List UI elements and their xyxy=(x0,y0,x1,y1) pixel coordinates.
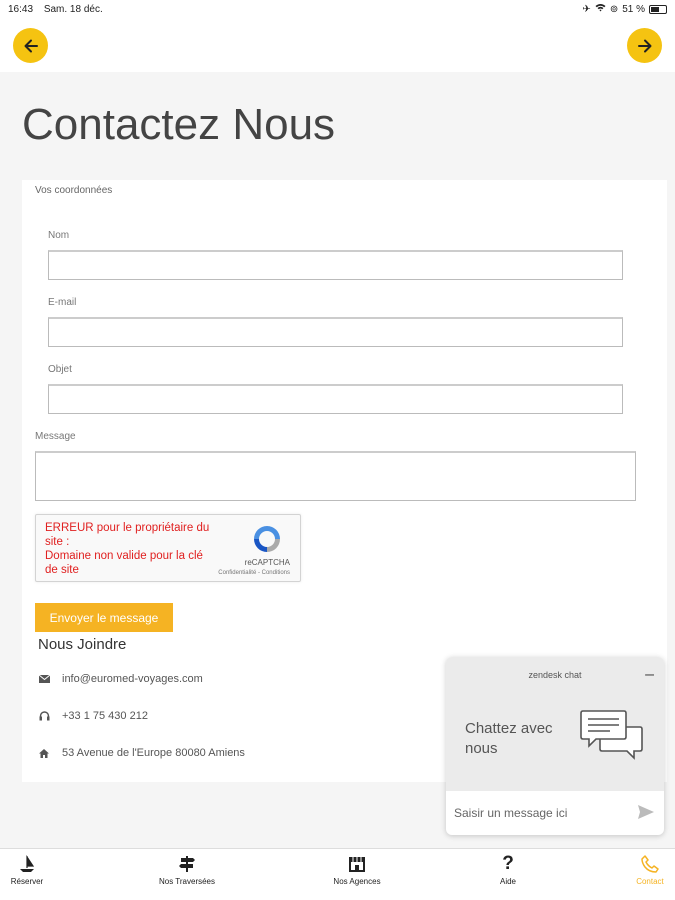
chat-message-input[interactable]: Saisir un message ici xyxy=(446,791,664,835)
tab-nos-traversees[interactable]: Nos Traversées xyxy=(142,855,232,886)
phone-icon xyxy=(641,855,659,873)
chat-header[interactable]: zendesk chat – Chattez avec nous xyxy=(446,657,664,791)
envelope-icon xyxy=(38,675,50,683)
tab-label: Nos Agences xyxy=(333,877,381,886)
tab-label: Contact xyxy=(636,877,664,886)
recaptcha-widget[interactable]: ERREUR pour le propriétaire du site : Do… xyxy=(35,514,301,582)
sailboat-icon xyxy=(20,855,35,872)
question-icon: ? xyxy=(502,853,514,874)
tab-label: Nos Traversées xyxy=(158,877,216,886)
tab-label: Réserver xyxy=(10,877,44,886)
signpost-icon xyxy=(179,856,195,872)
chat-widget[interactable]: zendesk chat – Chattez avec nous Saisir … xyxy=(446,657,664,835)
recaptcha-logo-icon xyxy=(254,526,280,552)
status-bar: 16:43 Sam. 18 déc. ✈ ⊚ 51 % xyxy=(0,0,675,18)
send-message-button[interactable]: Envoyer le message xyxy=(35,603,173,632)
tab-label: Aide xyxy=(499,877,516,886)
contact-email[interactable]: info@euromed-voyages.com xyxy=(62,673,203,685)
send-icon[interactable] xyxy=(638,805,654,819)
tab-aide[interactable]: ? Aide xyxy=(463,853,553,886)
chat-brand: zendesk chat xyxy=(528,670,582,680)
recaptcha-terms-link[interactable]: Confidentialité - Conditions xyxy=(218,570,290,576)
page-title: Contactez Nous xyxy=(22,100,336,149)
store-icon xyxy=(349,857,365,872)
contact-phone-row[interactable]: +33 1 75 430 212 xyxy=(38,710,148,722)
bottom-tab-bar: Réserver Nos Traversées Nos Agences ? Ai… xyxy=(0,848,675,900)
recaptcha-error: ERREUR pour le propriétaire du site : Do… xyxy=(45,522,210,576)
contact-address-row: 53 Avenue de l'Europe 80080 Amiens xyxy=(38,747,245,759)
contact-address: 53 Avenue de l'Europe 80080 Amiens xyxy=(62,747,245,759)
minimize-icon[interactable]: – xyxy=(645,666,654,684)
name-field[interactable] xyxy=(48,250,623,280)
chat-cta: Chattez avec nous xyxy=(465,720,553,757)
tab-reserver[interactable]: Réserver xyxy=(0,855,72,886)
chat-placeholder: Saisir un message ici xyxy=(454,806,568,820)
contact-section-title: Nous Joindre xyxy=(38,636,127,653)
message-field[interactable] xyxy=(35,451,636,501)
contact-phone[interactable]: +33 1 75 430 212 xyxy=(62,710,148,722)
status-time: 16:43 xyxy=(8,3,34,15)
battery-icon xyxy=(649,4,667,14)
wifi-icon xyxy=(595,3,606,15)
status-date: Sam. 18 déc. xyxy=(43,3,103,15)
arrow-right-icon xyxy=(637,39,651,52)
email-label: E-mail xyxy=(48,297,77,308)
section-label: Vos coordonnées xyxy=(35,185,113,196)
tab-contact[interactable]: Contact xyxy=(605,855,675,886)
arrow-left-icon xyxy=(24,39,38,52)
chat-bubbles-icon xyxy=(580,710,643,760)
forward-button[interactable] xyxy=(627,28,662,63)
top-navigation xyxy=(0,18,675,72)
orientation-lock-icon: ⊚ xyxy=(609,3,619,15)
battery-percent: 51 % xyxy=(622,3,645,15)
headset-icon xyxy=(38,711,50,721)
subject-label: Objet xyxy=(48,364,72,375)
email-field[interactable] xyxy=(48,317,623,347)
subject-field[interactable] xyxy=(48,384,623,414)
airplane-icon: ✈ xyxy=(582,3,591,15)
message-label: Message xyxy=(35,431,76,442)
name-label: Nom xyxy=(48,230,70,241)
recaptcha-brand: reCAPTCHA xyxy=(244,558,290,567)
home-icon xyxy=(38,748,50,758)
contact-email-row[interactable]: info@euromed-voyages.com xyxy=(38,673,203,685)
tab-nos-agences[interactable]: Nos Agences xyxy=(312,855,402,886)
back-button[interactable] xyxy=(13,28,48,63)
